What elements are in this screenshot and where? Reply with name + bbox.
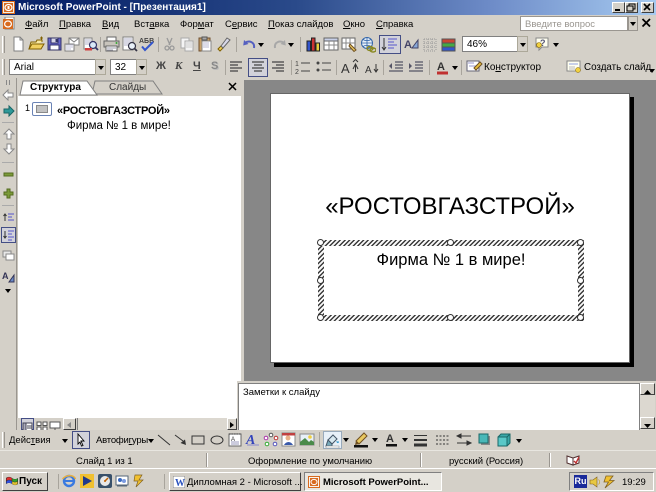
svg-text:A: A (404, 39, 412, 51)
svg-text:A: A (365, 65, 372, 76)
svg-text:1: 1 (295, 61, 299, 68)
svg-text:A: A (245, 433, 255, 448)
svg-text:A: A (2, 271, 9, 281)
svg-text:W: W (175, 478, 185, 488)
svg-text:2: 2 (295, 69, 299, 75)
svg-text:А: А (386, 433, 394, 445)
svg-text:A: A (437, 61, 445, 73)
svg-text:A: A (341, 61, 350, 76)
